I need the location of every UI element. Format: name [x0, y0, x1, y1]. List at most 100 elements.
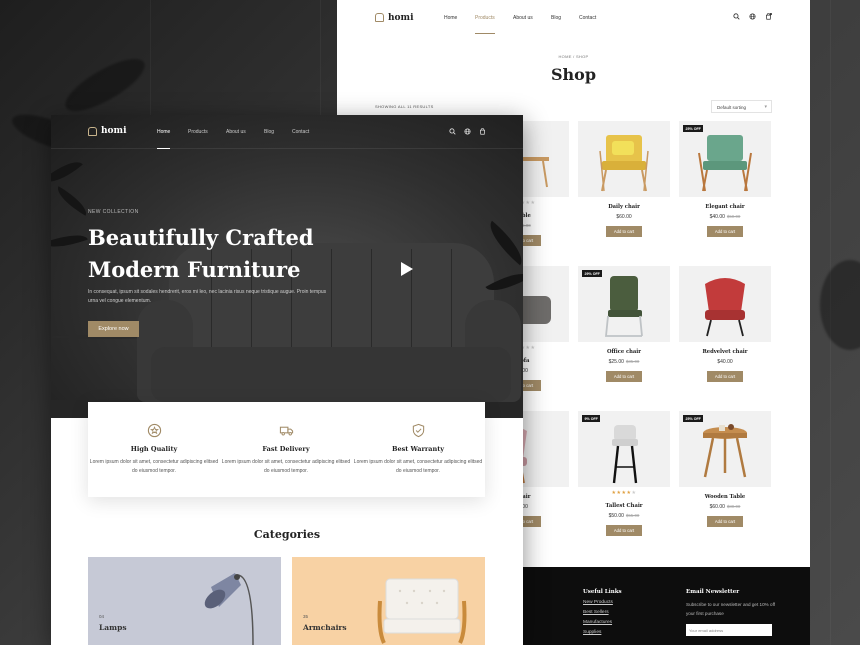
add-to-cart-button[interactable]: Add to cart	[606, 525, 642, 536]
product-name[interactable]: Office chair	[578, 349, 670, 355]
globe-icon[interactable]	[464, 128, 471, 135]
product-price: $25.00 $35.00	[578, 359, 670, 365]
category-count: 35	[303, 614, 309, 619]
result-count: SHOWING ALL 11 RESULTS	[375, 104, 434, 109]
shop-logo[interactable]: homi	[375, 13, 414, 23]
product-name[interactable]: Elegant chair	[679, 204, 771, 210]
product-card[interactable]: Daily chair $60.00 Add to cart	[578, 121, 670, 237]
footer-link[interactable]: Supplies	[583, 630, 622, 635]
explore-now-button[interactable]: Explore now	[88, 321, 139, 337]
add-to-cart-button[interactable]: Add to cart	[606, 371, 642, 382]
plant-leaf	[51, 153, 83, 191]
globe-icon[interactable]	[749, 13, 756, 20]
product-image[interactable]: 9% OFF	[578, 411, 670, 487]
product-card[interactable]: 25% OFF Wooden Table $60.00 $80.00 Add to ca…	[679, 411, 771, 527]
footer-link[interactable]: Manufactures	[583, 620, 622, 625]
product-image[interactable]: 25% OFF	[679, 411, 771, 487]
current-price: $50.00	[608, 513, 624, 519]
product-price: $40.00 $50.00	[679, 214, 771, 220]
play-icon[interactable]	[401, 262, 413, 276]
logo-text: homi	[101, 126, 127, 136]
product-card[interactable]: 9% OFF ★★★★★ Tallest Chair $50.00 $55.00 Add …	[578, 411, 670, 536]
rating-stars: ★★★★★	[611, 490, 637, 496]
active-nav-underline	[475, 33, 495, 34]
home-logo[interactable]: homi	[88, 126, 127, 136]
product-price: $40.00	[679, 359, 771, 365]
product-name[interactable]: Wooden Table	[679, 494, 771, 500]
product-card[interactable]: 29% OFF Office chair $25.00 $35.00 Add to ca…	[578, 266, 670, 382]
armchair-logo-icon	[375, 13, 384, 22]
product-image[interactable]	[578, 121, 670, 197]
product-price: $50.00 $55.00	[578, 513, 670, 519]
current-price: $40.00	[717, 359, 733, 365]
nav-contact[interactable]: Contact	[579, 15, 596, 21]
nav-about[interactable]: About us	[513, 15, 533, 21]
feature-text: Lorem ipsum dolor sit amet, consectetur …	[221, 459, 351, 474]
product-price: $60.00 $80.00	[679, 504, 771, 510]
shop-nav-icons	[733, 13, 772, 20]
product-card[interactable]: 25% OFF Elegant chair $40.00 $50.00 Add to c…	[679, 121, 771, 237]
old-price: $55.00	[625, 513, 640, 518]
discount-badge: 9% OFF	[582, 415, 601, 422]
old-price: $35.00	[625, 359, 640, 364]
categories-title: Categories	[253, 528, 321, 541]
product-card[interactable]: Redvelvet chair $40.00 Add to cart	[679, 266, 771, 382]
cart-icon[interactable]	[765, 13, 772, 20]
shop-navbar: homi Home Products About us Blog Contact	[337, 0, 810, 35]
footer-link[interactable]: New Products	[583, 600, 622, 605]
useful-links-column: Useful Links New Products Best Sellers M…	[583, 589, 622, 635]
nav-products[interactable]: Products	[188, 129, 208, 135]
sofa-rib	[371, 249, 372, 359]
home-nav-icons	[449, 128, 486, 135]
footer-link[interactable]: Best Sellers	[583, 610, 622, 615]
product-name[interactable]: Redvelvet chair	[679, 349, 771, 355]
product-illustration	[705, 278, 745, 337]
product-name[interactable]: Tallest Chair	[578, 503, 670, 509]
nav-about[interactable]: About us	[226, 129, 246, 135]
nav-home[interactable]: Home	[157, 129, 170, 135]
newsletter-text: Subscribe to our newsletter and get 10% …	[686, 602, 776, 616]
plant-leaf	[481, 220, 523, 266]
nav-blog[interactable]: Blog	[264, 129, 274, 135]
nav-products[interactable]: Products	[475, 15, 495, 21]
discount-badge: 25% OFF	[683, 415, 704, 422]
old-price: $80.00	[726, 504, 741, 509]
plant-leaf	[51, 228, 88, 254]
background-plant	[58, 49, 152, 121]
feature-title: Best Warranty	[391, 445, 445, 453]
search-icon[interactable]	[449, 128, 456, 135]
current-price: $60.00	[709, 504, 725, 510]
nav-blog[interactable]: Blog	[551, 15, 561, 21]
newsletter-column: Email Newsletter Subscribe to our newsle…	[686, 589, 776, 636]
useful-links-title: Useful Links	[583, 589, 622, 595]
add-to-cart-button[interactable]: Add to cart	[707, 226, 743, 237]
search-icon[interactable]	[733, 13, 740, 20]
add-to-cart-button[interactable]: Add to cart	[707, 371, 743, 382]
cart-icon[interactable]	[479, 128, 486, 135]
product-name[interactable]: Daily chair	[578, 204, 670, 210]
background-chair	[820, 260, 860, 350]
armchair-illustration	[377, 578, 467, 644]
sort-select[interactable]: Default sorting ▾	[711, 100, 772, 113]
feature-best-warranty: Best Warranty Lorem ipsum dolor sit amet…	[352, 402, 484, 476]
plant-leaf	[52, 186, 92, 216]
nav-home[interactable]: Home	[444, 15, 457, 21]
category-armchairs[interactable]: 35 Armchairs	[292, 557, 485, 645]
newsletter-email-input[interactable]: Your email address	[686, 624, 772, 636]
hero-description: In consequat, ipsum sit sodales hendreri…	[88, 289, 327, 304]
category-name: Lamps	[99, 623, 127, 632]
product-price: $60.00	[578, 214, 670, 220]
add-to-cart-button[interactable]: Add to cart	[606, 226, 642, 237]
sofa-rib	[451, 249, 452, 359]
product-image[interactable]	[679, 266, 771, 342]
category-lamps[interactable]: 04 Lamps	[88, 557, 281, 645]
nav-contact[interactable]: Contact	[292, 129, 309, 135]
product-image[interactable]: 29% OFF	[578, 266, 670, 342]
add-to-cart-button[interactable]: Add to cart	[707, 516, 743, 527]
product-image[interactable]: 25% OFF	[679, 121, 771, 197]
active-nav-underline	[157, 148, 170, 149]
discount-badge: 29% OFF	[582, 270, 603, 277]
chevron-down-icon: ▾	[764, 104, 767, 110]
breadcrumb-home[interactable]: HOME	[558, 54, 571, 59]
feature-text: Lorem ipsum dolor sit amet, consectetur …	[89, 459, 219, 474]
